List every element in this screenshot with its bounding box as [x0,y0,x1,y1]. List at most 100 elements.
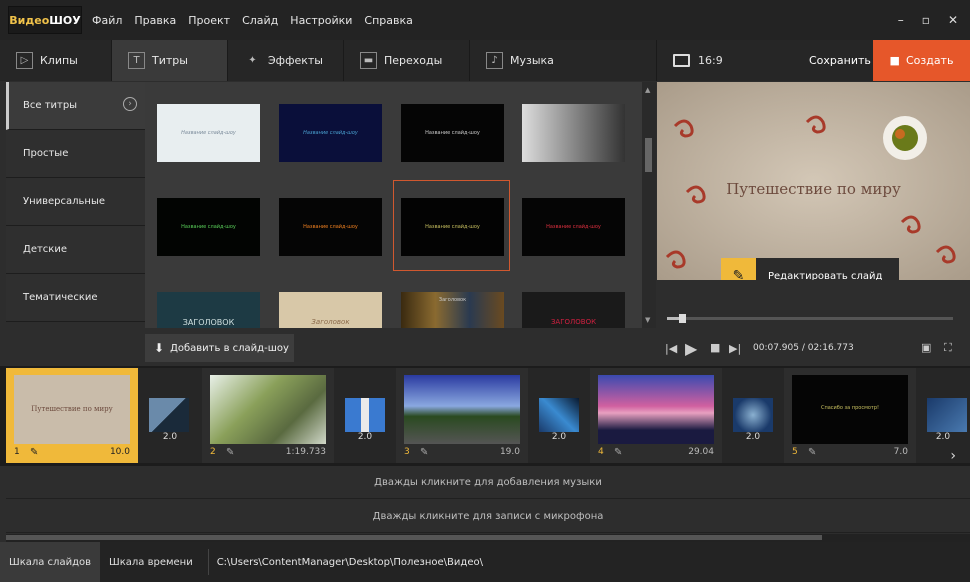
title-template-thumb[interactable]: Заголовок [279,292,382,328]
menu-bar: Файл Правка Проект Слайд Настройки Справ… [92,14,425,27]
timeline-scrollbar[interactable] [6,534,970,542]
timeline-transition[interactable]: 2.0 [138,368,202,463]
tab-slide-scale[interactable]: Шкала слайдов [0,542,101,582]
tab-time-scale[interactable]: Шкала времени [100,542,202,582]
pencil-icon[interactable]: ✎ [614,447,622,458]
menu-help[interactable]: Справка [364,14,412,27]
effects-icon: ✦ [248,55,257,66]
minimize-button[interactable]: – [898,13,904,27]
scroll-up-icon[interactable]: ▲ [645,86,650,94]
menu-project[interactable]: Проект [188,14,230,27]
slide-caption: Путешествие по миру [31,405,113,413]
tab-music[interactable]: ♪ Музыка [470,40,657,81]
camera-icon: ■ [889,54,900,67]
slide-thumbnail: Спасибо за просмотр! [792,375,908,444]
category-kids[interactable]: Детские [6,226,145,274]
close-button[interactable]: ✕ [948,13,958,27]
project-path: C:\Users\ContentManager\Desktop\Полезное… [207,549,483,575]
titles-category-list: Все титры › Простые Универсальные Детски… [6,82,145,322]
aspect-ratio-selector[interactable]: 16:9 [673,54,723,67]
title-template-thumb[interactable]: Название слайд-шоу [279,104,382,162]
mic-track-hint: Дважды кликните для записи с микрофона [372,510,604,522]
tab-clips[interactable]: ▷ Клипы [0,40,112,81]
tab-effects[interactable]: ✦ Эффекты [228,40,344,81]
timeline-slide[interactable]: 2 ✎ 1:19.733 [202,368,334,463]
mic-track[interactable]: Дважды кликните для записи с микрофона [6,500,970,533]
create-button-label: Создать [905,54,954,67]
skip-back-icon[interactable]: |◀ [665,342,677,355]
pencil-icon[interactable]: ✎ [30,447,38,458]
chevron-right-icon[interactable]: › [950,448,956,464]
category-universal[interactable]: Универсальные [6,178,145,226]
transition-thumbnail [733,398,773,432]
create-button[interactable]: ■ Создать [873,40,970,81]
edit-slide-button[interactable]: ✎ Редактировать слайд [721,258,899,280]
slide-duration: 29.04 [688,447,714,457]
title-template-thumb[interactable]: Название слайд-шоу [401,104,504,162]
title-template-thumb[interactable]: Название слайд-шоу [157,104,260,162]
timeline-transition[interactable]: 2.0 [528,368,590,463]
save-button[interactable]: Сохранить [809,54,871,67]
pencil-icon[interactable]: ✎ [420,447,428,458]
title-template-thumb[interactable] [522,104,625,162]
slide-thumbnail: Путешествие по миру [14,375,130,444]
menu-file[interactable]: Файл [92,14,122,27]
gallery-scrollbar[interactable]: ▲ ▼ [642,82,656,328]
timeline-slide[interactable]: 4 ✎ 29.04 [590,368,722,463]
tab-transitions[interactable]: ▬ Переходы [344,40,470,81]
arrow-down-icon: ⬇ [154,341,165,355]
chevron-right-icon: › [123,97,137,111]
skip-forward-icon[interactable]: ▶| [729,342,741,355]
title-template-thumb[interactable]: ЗАГОЛОВОК [157,292,260,328]
timeline-slide[interactable]: Путешествие по миру 1 ✎ 10.0 [6,368,138,463]
timeline-transition[interactable]: 2.0 [334,368,396,463]
play-icon[interactable]: ▶ [685,339,697,358]
timeline-slide[interactable]: Спасибо за просмотр! 5 ✎ 7.0 [784,368,916,463]
slide-number: 2 [210,447,216,457]
tab-label: Клипы [40,54,78,67]
category-all-titles[interactable]: Все титры › [6,82,145,130]
transition-thumbnail [345,398,385,432]
transition-thumbnail [927,398,967,432]
fullscreen-icon[interactable]: ⛶ [944,341,952,355]
title-template-thumb[interactable]: Название слайд-шоу [522,198,625,256]
maximize-button[interactable]: ▫ [922,13,930,27]
add-button-label: Добавить в слайд-шоу [170,342,289,354]
scrollbar-thumb[interactable] [6,535,822,540]
tab-label: Музыка [510,54,554,67]
slide-number: 4 [598,447,604,457]
pencil-icon[interactable]: ✎ [226,447,234,458]
title-template-thumb[interactable]: Название слайд-шоу [279,198,382,256]
menu-settings[interactable]: Настройки [290,14,352,27]
timeline-slide[interactable]: 3 ✎ 19.0 [396,368,528,463]
music-track[interactable]: Дважды кликните для добавления музыки [6,466,970,499]
tab-titles[interactable]: T Титры [112,40,228,81]
title-template-thumb[interactable]: Заголовок [401,292,504,328]
menu-edit[interactable]: Правка [134,14,176,27]
title-bar: Видео ШОУ Файл Правка Проект Слайд Настро… [0,0,970,40]
category-thematic[interactable]: Тематические [6,274,145,322]
scroll-down-icon[interactable]: ▼ [645,316,650,324]
preview-header: 16:9 Сохранить ■ Создать [657,40,970,81]
pencil-icon[interactable]: ✎ [808,447,816,458]
library-tabs: ▷ Клипы T Титры ✦ Эффекты ▬ Переходы ♪ М… [0,40,657,81]
transition-duration: 2.0 [357,432,373,442]
preview-seek-bar[interactable] [667,314,953,323]
tab-label: Титры [152,54,188,67]
tab-label: Шкала времени [109,556,193,568]
stop-icon[interactable]: ■ [710,341,720,354]
timeline-transition[interactable]: 2.0 [722,368,784,463]
timeline-transition[interactable]: 2.0 [916,368,970,463]
category-simple[interactable]: Простые [6,130,145,178]
slide-timeline: Путешествие по миру 1 ✎ 10.0 2.0 2 ✎ 1:1… [0,366,970,466]
menu-slide[interactable]: Слайд [242,14,278,27]
title-template-thumb[interactable]: Название слайд-шоу [157,198,260,256]
add-to-slideshow-button[interactable]: ⬇ Добавить в слайд-шоу [145,334,294,362]
seek-handle[interactable] [679,314,686,323]
scrollbar-thumb[interactable] [645,138,652,172]
category-label: Универсальные [23,196,106,207]
tab-label: Переходы [384,54,443,67]
snapshot-icon[interactable]: ▣ [921,341,931,354]
monitor-icon [673,54,690,67]
title-template-thumb[interactable]: ЗАГОЛОВОК [522,292,625,328]
